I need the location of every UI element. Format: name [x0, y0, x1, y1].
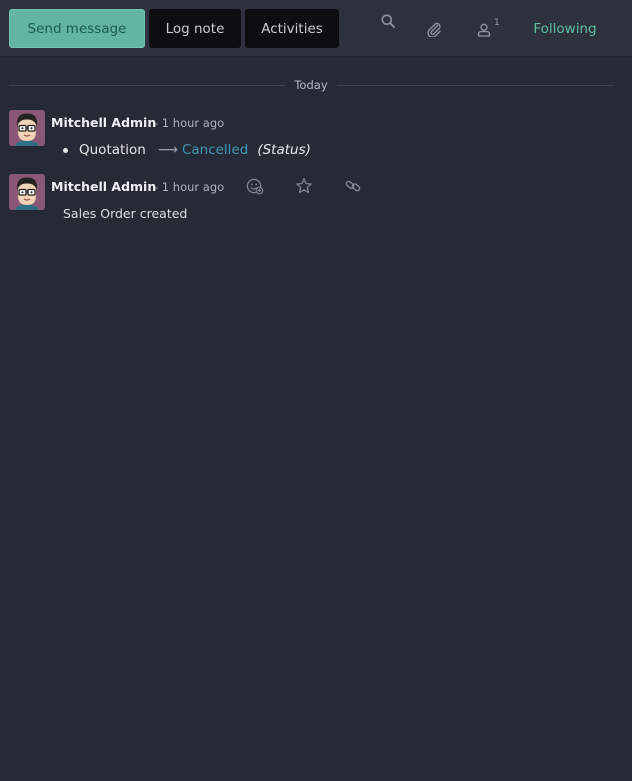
user-icon-glyph	[477, 23, 490, 37]
message-date: - 1 hour ago	[154, 180, 225, 194]
search-icon-glyph	[381, 14, 395, 28]
tracking-value-change: Quotation ⟶ Cancelled (Status)	[63, 142, 311, 158]
log-note-button[interactable]: Log note	[149, 9, 241, 48]
bullet	[63, 147, 68, 153]
long-arrow-right-icon: ⟶	[157, 142, 178, 158]
tracking-field-name: (Status)	[257, 142, 311, 158]
avatar[interactable]	[9, 174, 45, 210]
paperclip-icon-glyph	[427, 22, 441, 37]
link-icon-glyph	[345, 180, 361, 192]
date-separator: Today	[294, 78, 328, 92]
chatter-topbar: Send message Log note Activities 1 Follo…	[0, 0, 632, 57]
smile-plus-icon-glyph	[246, 178, 264, 195]
followers-count: 1	[494, 18, 500, 28]
avatar-image	[9, 174, 45, 210]
following-button[interactable]: Following	[521, 18, 609, 40]
paperclip-icon[interactable]	[425, 20, 443, 38]
activities-button[interactable]: Activities	[245, 9, 339, 48]
message-date: - 1 hour ago	[154, 116, 225, 130]
search-icon[interactable]	[379, 12, 397, 30]
avatar[interactable]	[9, 110, 45, 146]
tracking-new-value: Cancelled	[181, 142, 249, 158]
date-separator-line-right	[337, 85, 614, 86]
link-icon[interactable]	[342, 175, 364, 197]
date-separator-line-left	[9, 85, 285, 86]
message-author[interactable]: Mitchell Admin	[51, 179, 156, 194]
tracking-old-value: Quotation	[79, 142, 146, 158]
message-body: Sales Order created	[63, 206, 188, 221]
followers-user-icon[interactable]	[475, 21, 492, 38]
message-author[interactable]: Mitchell Admin	[51, 115, 156, 130]
star-icon[interactable]	[293, 175, 315, 197]
avatar-image	[9, 110, 45, 146]
add-reaction-icon[interactable]	[244, 175, 266, 197]
send-message-button[interactable]: Send message	[9, 9, 145, 48]
star-icon-glyph	[296, 178, 312, 194]
